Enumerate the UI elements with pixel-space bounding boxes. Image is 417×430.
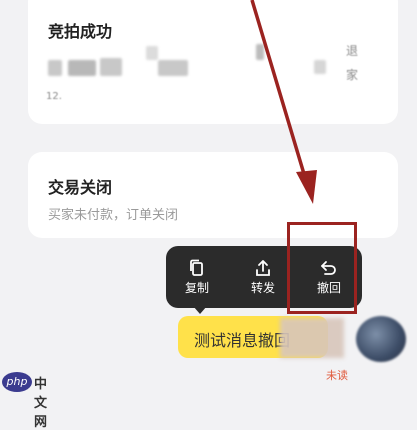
annotation-arrow: [250, 0, 317, 204]
watermark-text: 中文网: [34, 377, 48, 430]
php-logo: php: [2, 372, 32, 392]
